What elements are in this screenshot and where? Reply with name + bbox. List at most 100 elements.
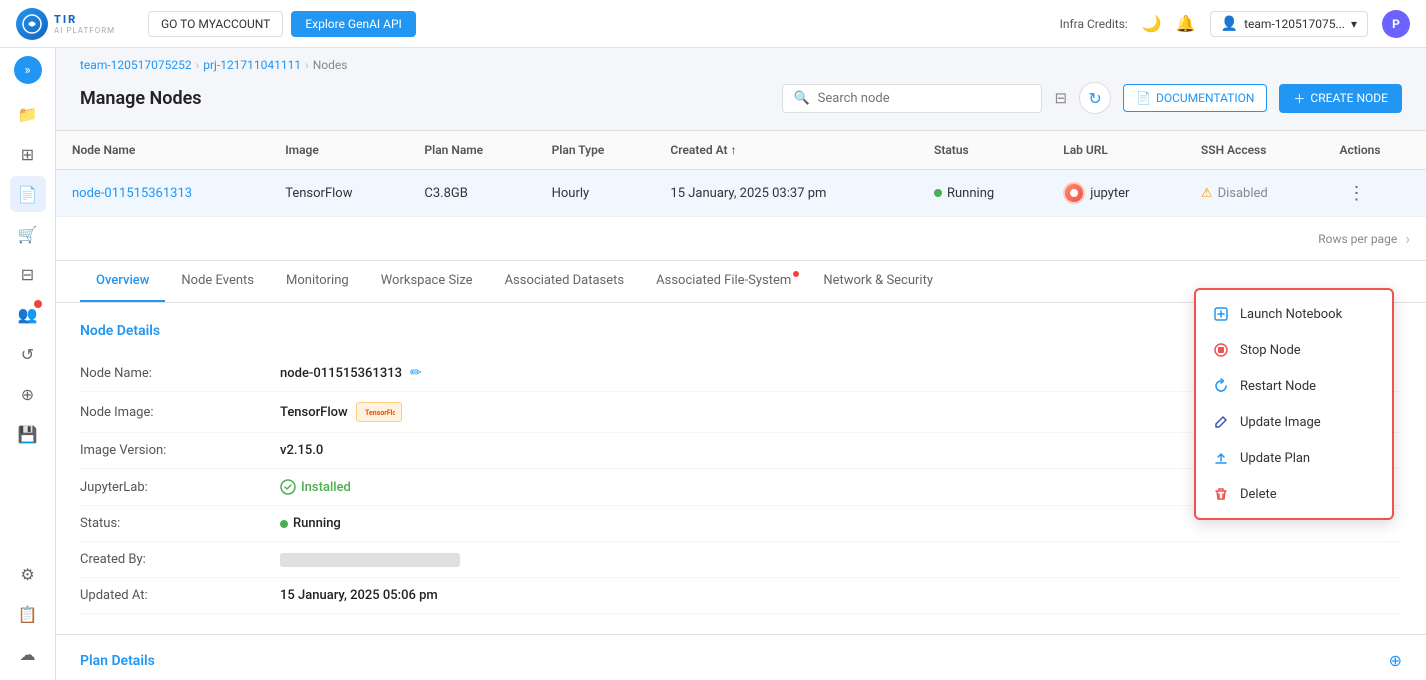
created-by-value [280, 553, 460, 567]
sort-icon: ↑ [731, 143, 737, 157]
nodes-icon: 📄 [18, 185, 38, 204]
sidebar-item-integrations[interactable]: ⊕ [10, 376, 46, 412]
menu-launch-notebook[interactable]: Launch Notebook [1196, 296, 1392, 332]
breadcrumb-team[interactable]: team-120517075252 [80, 58, 192, 72]
dark-mode-icon[interactable]: 🌙 [1142, 14, 1162, 33]
logo-name: TIR [54, 13, 115, 26]
rows-per-page-label: Rows per page [1318, 232, 1397, 246]
tab-node-events[interactable]: Node Events [165, 261, 270, 302]
plus-icon: ＋ [1293, 90, 1305, 107]
header-buttons: GO TO MYACCOUNT Explore GenAI API [148, 11, 416, 37]
breadcrumb-sep1: › [196, 58, 200, 72]
menu-update-image-label: Update Image [1240, 415, 1321, 430]
team-selector[interactable]: 👤 team-120517075... ▾ [1210, 11, 1368, 37]
cloud-icon: ☁ [20, 645, 36, 664]
menu-update-image[interactable]: Update Image [1196, 404, 1392, 440]
files-icon: 📁 [18, 105, 38, 124]
team-badge [34, 300, 42, 308]
settings-icon: ⚙ [20, 565, 34, 584]
col-plan-type: Plan Type [536, 131, 655, 170]
node-link[interactable]: node-011515361313 [72, 186, 192, 201]
jupyter-label: jupyter [1090, 186, 1129, 201]
sidebar-item-nodes[interactable]: 📄 [10, 176, 46, 212]
cell-ssh-access: ⚠ Disabled [1185, 170, 1324, 217]
actions-menu-button[interactable]: ⋮ [1339, 179, 1373, 208]
notifications-icon[interactable]: 🔔 [1176, 14, 1196, 33]
stop-icon [1212, 341, 1230, 359]
sidebar-item-team[interactable]: 👥 [10, 296, 46, 332]
explore-genai-button[interactable]: Explore GenAI API [291, 11, 415, 37]
breadcrumb-project[interactable]: prj-121711041111 [203, 58, 301, 72]
col-ssh-access: SSH Access [1185, 131, 1324, 170]
sidebar-item-files[interactable]: 📁 [10, 96, 46, 132]
menu-stop-label: Stop Node [1240, 343, 1301, 358]
plan-details-section: Plan Details ⊕ [56, 634, 1426, 680]
col-created-at[interactable]: Created At ↑ [654, 131, 918, 170]
svg-text:TensorFlow: TensorFlow [365, 409, 395, 417]
logo-icon [16, 8, 48, 40]
page-title: Manage Nodes [80, 88, 770, 109]
sidebar-toggle-button[interactable]: » [14, 56, 42, 84]
tab-overview[interactable]: Overview [80, 261, 165, 302]
context-menu: Launch Notebook Stop Node [1194, 288, 1394, 520]
menu-delete-label: Delete [1240, 487, 1277, 502]
menu-delete[interactable]: Delete [1196, 476, 1392, 512]
filter-icon[interactable]: ⊟ [1054, 89, 1067, 107]
upload-icon [1212, 449, 1230, 467]
pagination-next-icon[interactable]: › [1405, 229, 1410, 248]
created-by-blurred [280, 553, 460, 567]
menu-launch-label: Launch Notebook [1240, 307, 1342, 322]
search-box: 🔍 [782, 84, 1042, 113]
top-header: TIR AI PLATFORM GO TO MYACCOUNT Explore … [0, 0, 1426, 48]
cell-created-at: 15 January, 2025 03:37 pm [654, 170, 918, 217]
plan-expand-icon[interactable]: ⊕ [1389, 651, 1402, 670]
infra-credits-label: Infra Credits: [1060, 17, 1128, 31]
col-lab-url: Lab URL [1047, 131, 1185, 170]
status-label: Status: [80, 516, 280, 531]
table-row: node-011515361313 TensorFlow C3.8GB Hour… [56, 170, 1426, 217]
edit-icon [1212, 413, 1230, 431]
logo-text-area: TIR AI PLATFORM [54, 13, 115, 35]
tab-monitoring[interactable]: Monitoring [270, 261, 365, 302]
go-to-myaccount-button[interactable]: GO TO MYACCOUNT [148, 11, 283, 37]
sidebar-item-jobs[interactable]: ↺ [10, 336, 46, 372]
breadcrumb-sep2: › [305, 58, 309, 72]
tab-network-security[interactable]: Network & Security [807, 261, 949, 302]
menu-update-plan[interactable]: Update Plan [1196, 440, 1392, 476]
sidebar-item-storage[interactable]: 💾 [10, 416, 46, 452]
cell-plan-name: C3.8GB [408, 170, 535, 217]
menu-stop-node[interactable]: Stop Node [1196, 332, 1392, 368]
sidebar-item-logs[interactable]: 📋 [10, 596, 46, 632]
sidebar-item-cloud[interactable]: ☁ [10, 636, 46, 672]
cell-lab-url: jupyter [1047, 170, 1185, 217]
sidebar-item-datasets[interactable]: ⊟ [10, 256, 46, 292]
col-actions: Actions [1323, 131, 1426, 170]
sidebar-item-settings[interactable]: ⚙ [10, 556, 46, 592]
jupyterlab-value: Installed [280, 479, 351, 495]
tab-associated-filesystem[interactable]: Associated File-System [640, 261, 807, 302]
tab-workspace-size[interactable]: Workspace Size [365, 261, 489, 302]
documentation-button[interactable]: 📄 DOCUMENTATION [1123, 84, 1267, 112]
logo-area: TIR AI PLATFORM [16, 8, 136, 40]
sidebar-item-dashboard[interactable]: ⊞ [10, 136, 46, 172]
menu-update-plan-label: Update Plan [1240, 451, 1310, 466]
layout: » 📁 ⊞ 📄 🛒 ⊟ 👥 ↺ ⊕ 💾 ⚙ [0, 48, 1426, 680]
edit-node-name-icon[interactable]: ✏ [410, 365, 422, 381]
menu-restart-node[interactable]: Restart Node [1196, 368, 1392, 404]
sidebar-item-marketplace[interactable]: 🛒 [10, 216, 46, 252]
image-version-label: Image Version: [80, 443, 280, 458]
filesystem-red-dot [793, 271, 799, 277]
team-dropdown-icon: ▾ [1351, 17, 1357, 31]
status-dot-detail [280, 520, 288, 528]
create-node-button[interactable]: ＋ CREATE NODE [1279, 84, 1402, 113]
search-input[interactable] [818, 91, 1032, 106]
tab-associated-datasets[interactable]: Associated Datasets [489, 261, 641, 302]
node-name-label: Node Name: [80, 366, 280, 381]
user-avatar[interactable]: P [1382, 10, 1410, 38]
updated-at-value: 15 January, 2025 05:06 pm [280, 588, 438, 603]
launch-icon [1212, 305, 1230, 323]
restart-icon [1212, 377, 1230, 395]
refresh-button[interactable]: ↻ [1079, 82, 1111, 114]
search-icon: 🔍 [793, 91, 809, 106]
col-plan-name: Plan Name [408, 131, 535, 170]
